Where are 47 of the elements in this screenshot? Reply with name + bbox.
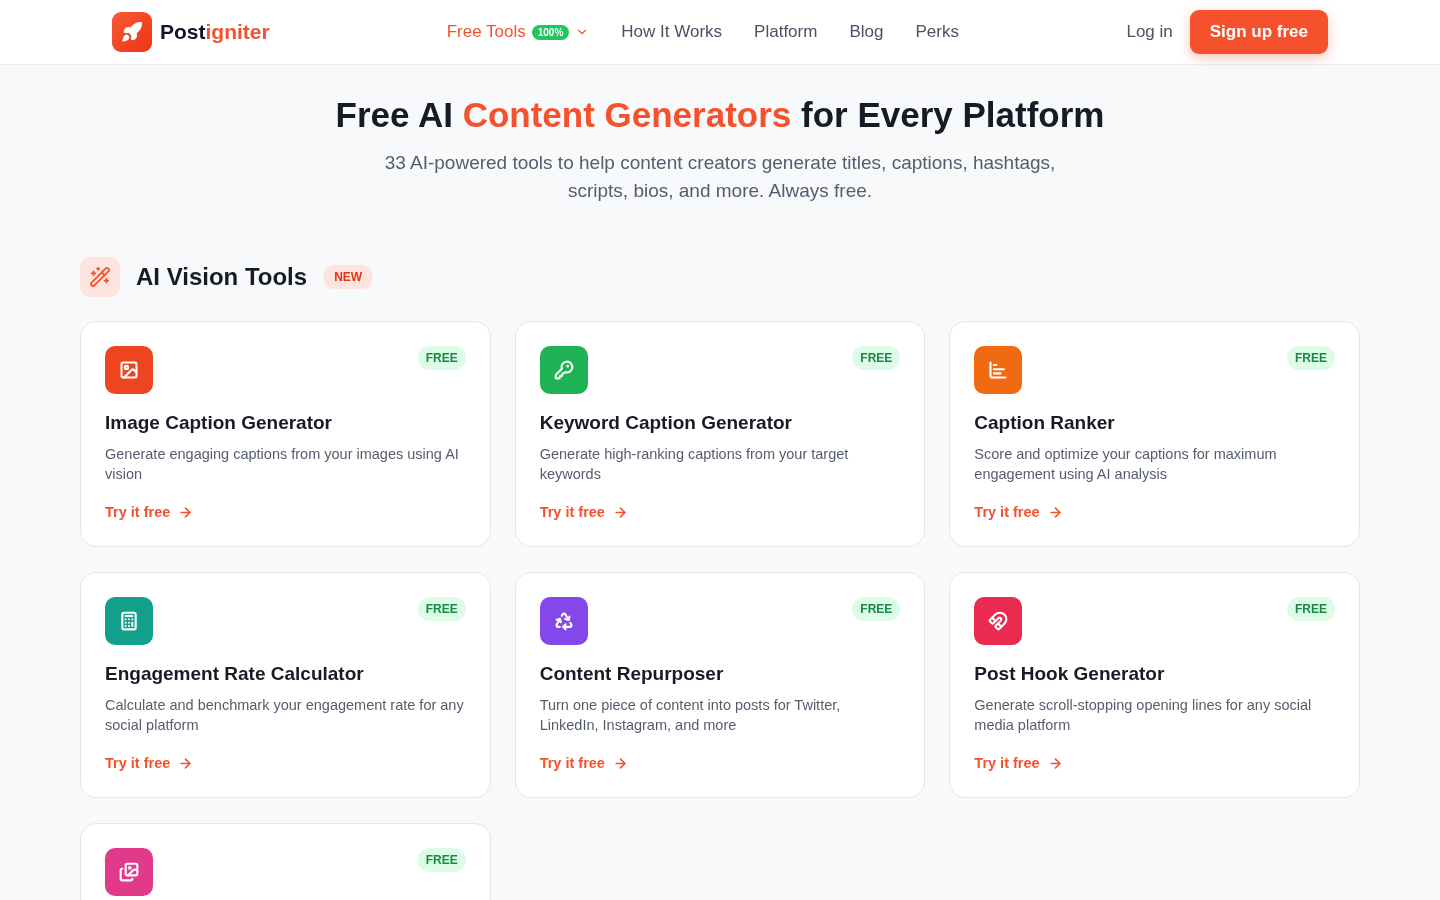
tool-card[interactable]: FREE Image Caption Generator Generate engaging captions from your images using AI vision Try it free	[80, 321, 491, 547]
free-badge: FREE	[417, 597, 466, 621]
card-title: Caption Ranker	[974, 412, 1116, 434]
card-description: Generate scroll-stopping opening lines for any social media platform	[974, 696, 1313, 735]
tool-card[interactable]: FREE Content Repurposer Turn one piece of content into posts for Twitter, LinkedIn, Instagram, and more Try it free	[514, 572, 926, 798]
nav-link[interactable]: Platform	[754, 22, 818, 42]
arrow-right-icon	[178, 504, 194, 520]
arrow-right-icon	[1047, 504, 1063, 520]
card-title: Engagement Rate Calculator	[105, 663, 365, 685]
nav-link[interactable]: How It Works	[621, 22, 723, 42]
card-description: Calculate and benchmark your engagement rate for any social platform	[105, 696, 465, 735]
rocket-icon	[112, 12, 152, 52]
arrow-right-icon	[612, 755, 628, 771]
nav-badge: 100%	[531, 24, 570, 40]
free-badge: FREE	[852, 346, 901, 370]
tool-card[interactable]: FREE Engagement Rate Calculator Calculate and benchmark your engagement rate for any social platform Try it free	[80, 572, 491, 798]
new-badge: NEW	[323, 265, 374, 289]
logo-text: Postigniter	[160, 20, 270, 44]
page-title: Free AI Content Generators for Every Platform	[334, 95, 1106, 135]
card-title: Image Caption Generator	[105, 412, 333, 434]
page-subtitle: 33 AI-powered tools to help content creators generate titles, captions, hashtags, scripts, bios, and more. Always free.	[383, 151, 1057, 203]
card-title: Content Repurposer	[539, 663, 725, 685]
card-title: Keyword Caption Generator	[539, 412, 793, 434]
card-description: Score and optimize your captions for maximum engagement using AI analysis	[974, 445, 1278, 484]
free-badge: FREE	[1286, 597, 1335, 621]
arrow-right-icon	[612, 504, 628, 520]
card-description: Turn one piece of content into posts for Twitter, LinkedIn, Instagram, and more	[539, 696, 842, 735]
nav-link[interactable]: Perks	[915, 22, 959, 42]
card-title: Post Hook Generator	[974, 663, 1166, 685]
nav-link[interactable]: Free Tools 100%	[446, 22, 590, 42]
free-badge: FREE	[1286, 346, 1335, 370]
logo[interactable]: Postigniter	[112, 12, 270, 52]
card-description: Generate high-ranking captions from your target keywords	[539, 445, 850, 484]
free-badge: FREE	[417, 346, 466, 370]
free-badge: FREE	[417, 848, 466, 872]
arrow-right-icon	[1047, 755, 1063, 771]
arrow-right-icon	[178, 755, 194, 771]
card-description: Generate engaging captions from your images using AI vision	[105, 445, 460, 484]
nav-link[interactable]: Blog	[849, 22, 884, 42]
tool-card[interactable]: FREE Post Hook Generator Generate scroll-stopping opening lines for any social media platform Try it free	[949, 572, 1360, 798]
section-title: AI Vision Tools	[136, 263, 308, 291]
tool-card[interactable]: FREE Caption Ranker Score and optimize your captions for maximum engagement using AI analysis Try it free	[949, 321, 1360, 547]
tool-card[interactable]: FREE Keyword Caption Generator Generate high-ranking captions from your target keywords Try it free	[514, 321, 926, 547]
login-link[interactable]: Log in	[1126, 22, 1173, 42]
tool-card[interactable]: FREE	[80, 823, 491, 900]
free-badge: FREE	[852, 597, 901, 621]
magic-wand-icon	[80, 257, 120, 297]
